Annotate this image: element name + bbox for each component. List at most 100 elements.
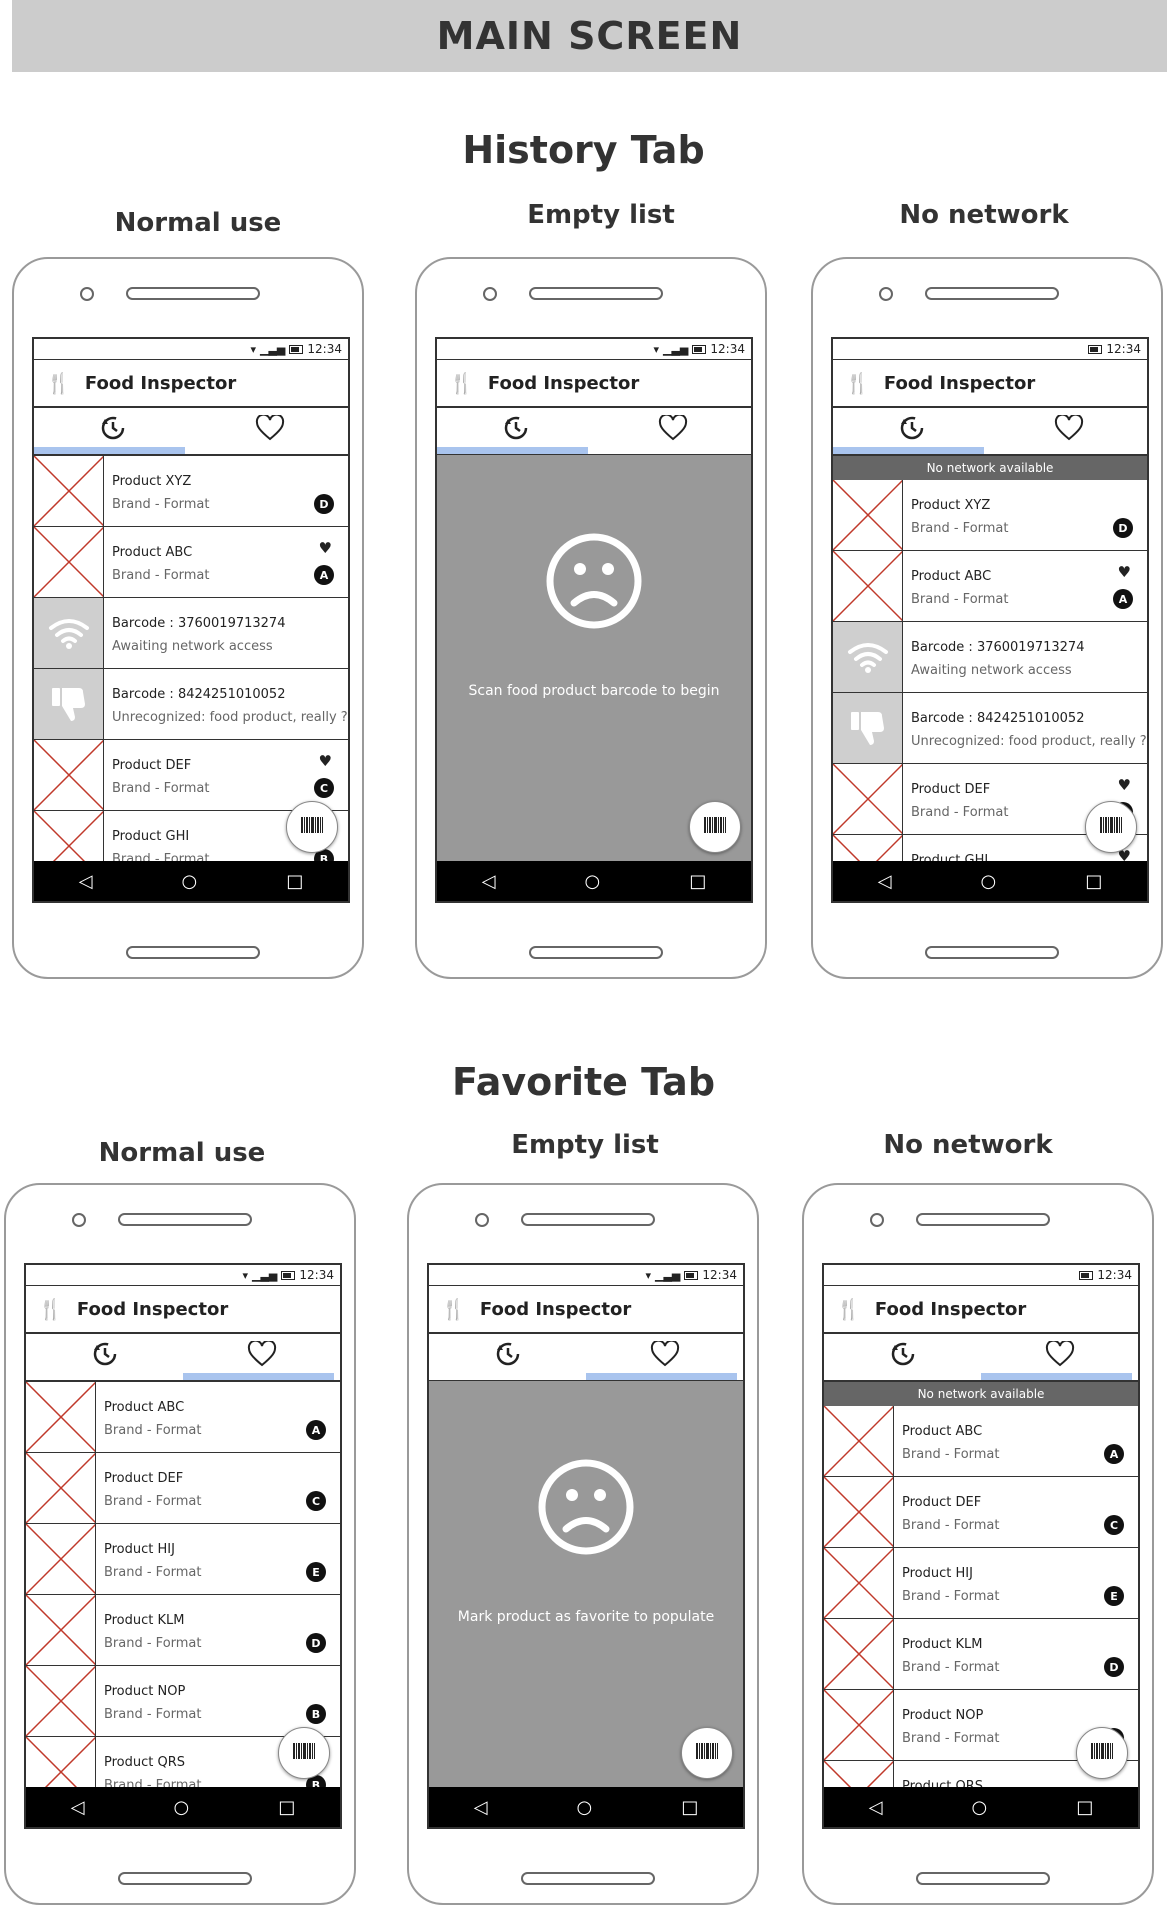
app-bar: 🍴 Food Inspector bbox=[437, 360, 751, 408]
heart-icon bbox=[650, 1339, 680, 1374]
camera-icon bbox=[870, 1213, 884, 1227]
camera-icon bbox=[879, 287, 893, 301]
recents-icon[interactable]: □ bbox=[681, 1797, 698, 1818]
tab-history[interactable] bbox=[429, 1334, 586, 1380]
fork-knife-icon: 🍴 bbox=[836, 1297, 861, 1321]
product-image-placeholder bbox=[34, 456, 104, 526]
barcode-icon bbox=[292, 1742, 316, 1764]
list-item[interactable]: Product HIJ Brand - Format E bbox=[26, 1524, 340, 1595]
nutriscore-badge: D bbox=[314, 494, 334, 514]
status-time: 12:34 bbox=[307, 342, 342, 356]
recents-icon[interactable]: □ bbox=[1076, 1797, 1093, 1818]
tab-favorite[interactable] bbox=[191, 408, 348, 454]
phone-bottom-grille bbox=[925, 946, 1059, 959]
product-image-placeholder bbox=[824, 1548, 894, 1618]
list-item-text: Product HIJ Brand - Format bbox=[894, 1548, 1000, 1618]
nutriscore-badge: C bbox=[314, 778, 334, 798]
list-item[interactable]: Product KLM Brand - Format D bbox=[26, 1595, 340, 1666]
recents-icon[interactable]: □ bbox=[286, 871, 303, 892]
product-image-placeholder bbox=[26, 1666, 96, 1736]
recents-icon[interactable]: □ bbox=[1085, 871, 1102, 892]
product-image-placeholder bbox=[824, 1477, 894, 1547]
product-image-placeholder bbox=[833, 764, 903, 834]
home-icon[interactable]: ○ bbox=[577, 1797, 593, 1818]
tab-history[interactable] bbox=[34, 408, 191, 454]
heart-icon bbox=[1054, 413, 1084, 448]
tab-favorite[interactable] bbox=[183, 1334, 340, 1380]
back-icon[interactable]: ◁ bbox=[71, 1797, 85, 1818]
home-icon[interactable]: ○ bbox=[182, 871, 198, 892]
tab-favorite[interactable] bbox=[981, 1334, 1138, 1380]
heart-icon bbox=[1045, 1339, 1075, 1374]
heart-icon bbox=[658, 413, 688, 448]
list-item[interactable]: Product ABC Brand - Format ♥ A bbox=[833, 551, 1147, 622]
nutriscore-badge: D bbox=[1113, 518, 1133, 538]
scan-barcode-button[interactable] bbox=[689, 801, 741, 853]
tab-history[interactable] bbox=[26, 1334, 183, 1380]
back-icon[interactable]: ◁ bbox=[474, 1797, 488, 1818]
list-item[interactable]: Barcode : 8424251010052 Unrecognized: foo… bbox=[833, 693, 1147, 764]
back-icon[interactable]: ◁ bbox=[79, 871, 93, 892]
status-bar: ▾ ▁▃▅ 12:34 bbox=[26, 1265, 340, 1286]
home-icon[interactable]: ○ bbox=[585, 871, 601, 892]
phone-favorite-normal: ▾ ▁▃▅ 12:34 🍴 Food Inspector Product ABC Brand… bbox=[4, 1183, 356, 1905]
back-icon[interactable]: ◁ bbox=[869, 1797, 883, 1818]
tab-history[interactable] bbox=[824, 1334, 981, 1380]
list-item[interactable]: Product DEF Brand - Format C bbox=[26, 1453, 340, 1524]
list-item-text: Barcode : 8424251010052 Unrecognized: foo… bbox=[903, 693, 1147, 763]
tab-favorite[interactable] bbox=[594, 408, 751, 454]
phone-bottom-grille bbox=[521, 1872, 655, 1885]
camera-icon bbox=[72, 1213, 86, 1227]
battery-icon bbox=[1088, 344, 1103, 354]
label-history-empty: Empty list bbox=[527, 200, 675, 230]
nutriscore-badge: C bbox=[306, 1491, 326, 1511]
list-item[interactable]: Product HIJ Brand - Format E bbox=[824, 1548, 1138, 1619]
scan-barcode-button[interactable] bbox=[278, 1727, 330, 1779]
list-item[interactable]: Product XYZ Brand - Format D bbox=[833, 480, 1147, 551]
battery-icon bbox=[281, 1270, 296, 1280]
list-item-title: Product XYZ bbox=[112, 474, 192, 489]
list-item[interactable]: Product DEF Brand - Format C bbox=[824, 1477, 1138, 1548]
list-item-subtitle: Awaiting network access bbox=[911, 663, 1072, 678]
scan-barcode-button[interactable] bbox=[1076, 1727, 1128, 1779]
phone-history-empty: ▾ ▁▃▅ 12:34 🍴 Food Inspector Scan food produc… bbox=[415, 257, 767, 979]
scan-barcode-button[interactable] bbox=[681, 1727, 733, 1779]
list-item[interactable]: Product XYZ Brand - Format D bbox=[34, 456, 348, 527]
wifi-status-icon: ▾ bbox=[250, 342, 257, 356]
back-icon[interactable]: ◁ bbox=[878, 871, 892, 892]
status-time: 12:34 bbox=[710, 342, 745, 356]
label-favorite-nonet: No network bbox=[883, 1130, 1053, 1160]
tab-history[interactable] bbox=[833, 408, 990, 454]
list-item[interactable]: Product KLM Brand - Format D bbox=[824, 1619, 1138, 1690]
tab-history[interactable] bbox=[437, 408, 594, 454]
list-item[interactable]: Product DEF Brand - Format ♥ C bbox=[34, 740, 348, 811]
scan-barcode-button[interactable] bbox=[1085, 801, 1137, 853]
home-icon[interactable]: ○ bbox=[972, 1797, 988, 1818]
favorite-heart-icon: ♥ bbox=[318, 752, 332, 770]
back-icon[interactable]: ◁ bbox=[482, 871, 496, 892]
app-bar: 🍴 Food Inspector bbox=[26, 1286, 340, 1334]
wifi-icon bbox=[833, 622, 903, 692]
scan-barcode-button[interactable] bbox=[286, 801, 338, 853]
list-item-text: Barcode : 8424251010052 Unrecognized: foo… bbox=[104, 669, 348, 739]
tab-favorite[interactable] bbox=[586, 1334, 743, 1380]
recents-icon[interactable]: □ bbox=[689, 871, 706, 892]
home-icon[interactable]: ○ bbox=[981, 871, 997, 892]
android-nav-bar: ◁ ○ □ bbox=[34, 861, 348, 901]
product-image-placeholder bbox=[26, 1382, 96, 1452]
recents-icon[interactable]: □ bbox=[278, 1797, 295, 1818]
list-item[interactable]: Barcode : 3760019713274 Awaiting network … bbox=[833, 622, 1147, 693]
camera-icon bbox=[475, 1213, 489, 1227]
list-item-text: Product KLM Brand - Format bbox=[96, 1595, 202, 1665]
list-item-subtitle: Brand - Format bbox=[104, 1494, 202, 1509]
list-item[interactable]: Product ABC Brand - Format A bbox=[26, 1382, 340, 1453]
tab-favorite[interactable] bbox=[990, 408, 1147, 454]
list-item[interactable]: Barcode : 8424251010052 Unrecognized: foo… bbox=[34, 669, 348, 740]
home-icon[interactable]: ○ bbox=[174, 1797, 190, 1818]
list-item[interactable]: Product NOP Brand - Format B bbox=[26, 1666, 340, 1737]
list-item[interactable]: Barcode : 3760019713274 Awaiting network … bbox=[34, 598, 348, 669]
list-item[interactable]: Product ABC Brand - Format A bbox=[824, 1406, 1138, 1477]
status-bar: ▾ ▁▃▅ 12:34 bbox=[34, 339, 348, 360]
list-item-subtitle: Brand - Format bbox=[902, 1731, 1000, 1746]
list-item[interactable]: Product ABC Brand - Format ♥ A bbox=[34, 527, 348, 598]
